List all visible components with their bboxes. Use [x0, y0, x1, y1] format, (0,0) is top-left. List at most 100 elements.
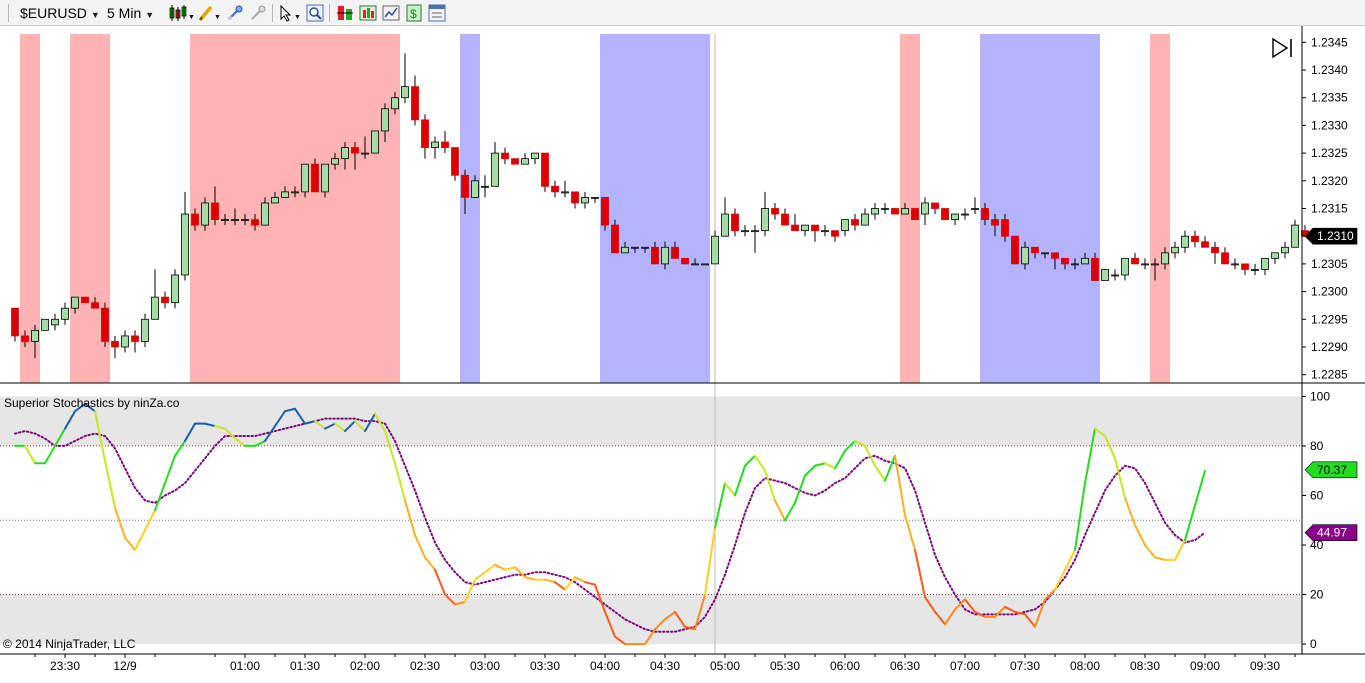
bearish-candle[interactable] — [941, 208, 949, 220]
bearish-candle[interactable] — [611, 224, 619, 254]
bearish-candle[interactable] — [851, 219, 859, 226]
bullish-candle[interactable] — [801, 224, 809, 232]
bearish-candle[interactable] — [1061, 257, 1069, 265]
bearish-candle[interactable] — [101, 307, 109, 342]
bullish-candle[interactable] — [871, 208, 879, 215]
bullish-candle[interactable] — [701, 263, 709, 266]
bullish-candle[interactable] — [751, 230, 759, 233]
bullish-candle[interactable] — [631, 246, 639, 249]
bullish-candle[interactable] — [641, 246, 649, 249]
bearish-candle[interactable] — [511, 158, 519, 165]
bullish-candle[interactable] — [621, 246, 629, 254]
bullish-candle[interactable] — [861, 213, 869, 226]
bullish-candle[interactable] — [1071, 263, 1079, 266]
bullish-candle[interactable] — [151, 296, 159, 320]
properties-icon[interactable] — [428, 4, 446, 22]
bearish-candle[interactable] — [351, 147, 359, 154]
magnify-icon[interactable] — [306, 4, 324, 22]
bullish-candle[interactable] — [591, 197, 599, 199]
bullish-candle[interactable] — [241, 219, 249, 221]
bearish-candle[interactable] — [1001, 219, 1009, 237]
bullish-candle[interactable] — [271, 197, 279, 204]
bullish-candle[interactable] — [741, 230, 749, 233]
bullish-candle[interactable] — [261, 202, 269, 226]
zoom-out-icon[interactable] — [249, 4, 267, 22]
bearish-candle[interactable] — [1031, 246, 1039, 254]
bullish-candle[interactable] — [331, 158, 339, 165]
bearish-candle[interactable] — [671, 246, 679, 259]
bullish-candle[interactable] — [1081, 257, 1089, 265]
bearish-candle[interactable] — [1091, 257, 1099, 281]
bearish-candle[interactable] — [21, 335, 29, 342]
bearish-candle[interactable] — [911, 208, 919, 220]
bullish-candle[interactable] — [661, 246, 669, 265]
bullish-candle[interactable] — [881, 208, 889, 210]
bullish-candle[interactable] — [1151, 263, 1159, 266]
bearish-candle[interactable] — [681, 257, 689, 265]
bullish-candle[interactable] — [1161, 252, 1169, 265]
bearish-candle[interactable] — [731, 213, 739, 232]
chart-area[interactable]: 1.2345 1.2340 1.2335 1.2330 1.2325 1.2320 1.23… — [0, 0, 1365, 683]
bullish-candle[interactable] — [41, 318, 49, 331]
data-box-icon[interactable] — [336, 4, 354, 22]
bars-type-icon[interactable]: ▼ — [168, 4, 195, 22]
bullish-candle[interactable] — [401, 86, 409, 99]
draw-tool-icon[interactable]: ▼ — [197, 4, 223, 22]
bullish-candle[interactable] — [381, 108, 389, 132]
bullish-candle[interactable] — [1181, 235, 1189, 248]
bearish-candle[interactable] — [891, 208, 899, 215]
bearish-candle[interactable] — [451, 147, 459, 176]
bullish-candle[interactable] — [901, 208, 909, 215]
bearish-candle[interactable] — [791, 224, 799, 232]
bearish-candle[interactable] — [1051, 252, 1059, 259]
bearish-candle[interactable] — [251, 219, 259, 226]
bearish-candle[interactable] — [421, 119, 429, 148]
bullish-candle[interactable] — [201, 202, 209, 226]
bullish-candle[interactable] — [561, 191, 569, 194]
bullish-candle[interactable] — [721, 213, 729, 237]
bearish-candle[interactable] — [111, 341, 119, 348]
zoom-in-icon[interactable] — [226, 4, 244, 22]
bullish-candle[interactable] — [1231, 263, 1239, 266]
bearish-candle[interactable] — [1221, 252, 1229, 265]
bearish-candle[interactable] — [501, 152, 509, 160]
bullish-candle[interactable] — [711, 235, 719, 265]
bullish-candle[interactable] — [471, 180, 479, 198]
bullish-candle[interactable] — [1271, 252, 1279, 259]
bearish-candle[interactable] — [11, 307, 19, 337]
bearish-candle[interactable] — [91, 302, 99, 309]
bearish-candle[interactable] — [811, 224, 819, 232]
bullish-candle[interactable] — [841, 219, 849, 232]
chart-style-icon[interactable] — [382, 4, 400, 22]
bearish-candle[interactable] — [831, 230, 839, 237]
bullish-candle[interactable] — [491, 152, 499, 187]
bullish-candle[interactable] — [281, 191, 289, 198]
bullish-candle[interactable] — [301, 163, 309, 193]
bearish-candle[interactable] — [651, 246, 659, 265]
bullish-candle[interactable] — [1111, 274, 1119, 277]
bullish-candle[interactable] — [51, 318, 59, 326]
bullish-candle[interactable] — [521, 158, 529, 165]
bullish-candle[interactable] — [531, 152, 539, 160]
bearish-candle[interactable] — [931, 202, 939, 209]
bullish-candle[interactable] — [61, 307, 69, 320]
bearish-candle[interactable] — [1011, 235, 1019, 265]
bearish-candle[interactable] — [571, 191, 579, 204]
bearish-candle[interactable] — [461, 174, 469, 198]
bearish-candle[interactable] — [161, 296, 169, 304]
bullish-candle[interactable] — [361, 152, 369, 155]
bullish-candle[interactable] — [391, 97, 399, 110]
interval-selector[interactable]: 5 Min ▼ — [107, 3, 154, 23]
bullish-candle[interactable] — [481, 185, 489, 188]
bullish-candle[interactable] — [1291, 224, 1299, 248]
bullish-candle[interactable] — [921, 202, 929, 215]
bullish-candle[interactable] — [31, 329, 39, 342]
bullish-candle[interactable] — [341, 147, 349, 160]
bearish-candle[interactable] — [191, 213, 199, 226]
bullish-candle[interactable] — [371, 130, 379, 154]
bullish-candle[interactable] — [1101, 269, 1109, 281]
bearish-candle[interactable] — [311, 163, 319, 193]
cursor-icon[interactable]: ▼ — [278, 4, 304, 22]
bearish-candle[interactable] — [981, 208, 989, 220]
bullish-candle[interactable] — [1281, 246, 1289, 254]
